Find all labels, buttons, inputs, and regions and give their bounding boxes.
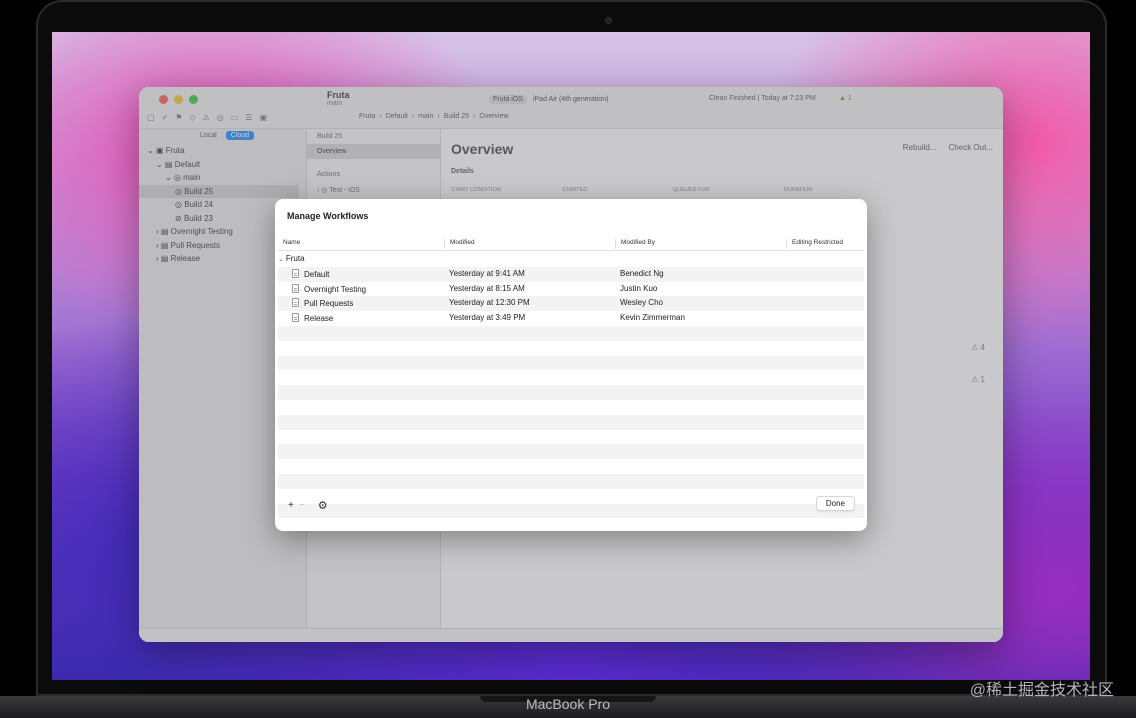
table-row[interactable]: Default Yesterday at 9:41 AM Benedict Ng	[278, 266, 864, 282]
table-row-empty	[278, 341, 864, 356]
manage-workflows-sheet: Manage Workflows Name Modified Modified …	[275, 199, 867, 531]
table-row[interactable]: Overnight Testing Yesterday at 8:15 AM J…	[278, 282, 864, 297]
table-row-empty	[278, 400, 864, 415]
sheet-footer: + − ⚙ Done	[275, 489, 867, 531]
table-row-empty	[278, 385, 864, 400]
table-row-empty	[278, 459, 864, 474]
column-header-modified-by[interactable]: Modified By	[615, 239, 655, 249]
document-icon	[292, 283, 299, 293]
column-header-editing-restricted[interactable]: Editing Restricted	[786, 239, 843, 249]
gear-icon[interactable]: ⚙	[318, 499, 328, 512]
document-icon	[292, 298, 299, 308]
table-row-empty	[278, 370, 864, 385]
table-row-empty	[278, 444, 864, 460]
chevron-down-icon[interactable]: ⌄	[278, 255, 284, 263]
sheet-title: Manage Workflows	[287, 211, 369, 221]
table-row-group[interactable]: ⌄ Fruta	[278, 252, 864, 267]
watermark-text: @稀土掘金技术社区	[969, 682, 1114, 699]
document-icon	[292, 268, 299, 278]
table-row-empty	[278, 325, 864, 341]
column-header-modified[interactable]: Modified	[444, 239, 475, 249]
table-row[interactable]: Pull Requests Yesterday at 12:30 PM Wesl…	[278, 296, 864, 312]
table-row-empty	[278, 355, 864, 371]
remove-workflow-button[interactable]: −	[299, 500, 305, 511]
table-header: Name Modified Modified By Editing Restri…	[278, 235, 864, 251]
camera	[605, 17, 612, 24]
done-button[interactable]: Done	[815, 496, 855, 511]
table-row[interactable]: Release Yesterday at 3:49 PM Kevin Zimme…	[278, 311, 864, 326]
macbook-label: MacBook Pro	[525, 696, 611, 712]
add-workflow-button[interactable]: +	[288, 500, 294, 511]
footer-controls: + − ⚙	[288, 499, 328, 512]
document-icon	[292, 313, 299, 323]
column-header-name[interactable]: Name	[278, 239, 300, 249]
table-row-empty	[278, 473, 864, 489]
table-row-empty	[278, 430, 864, 445]
table-row-empty	[278, 414, 864, 430]
